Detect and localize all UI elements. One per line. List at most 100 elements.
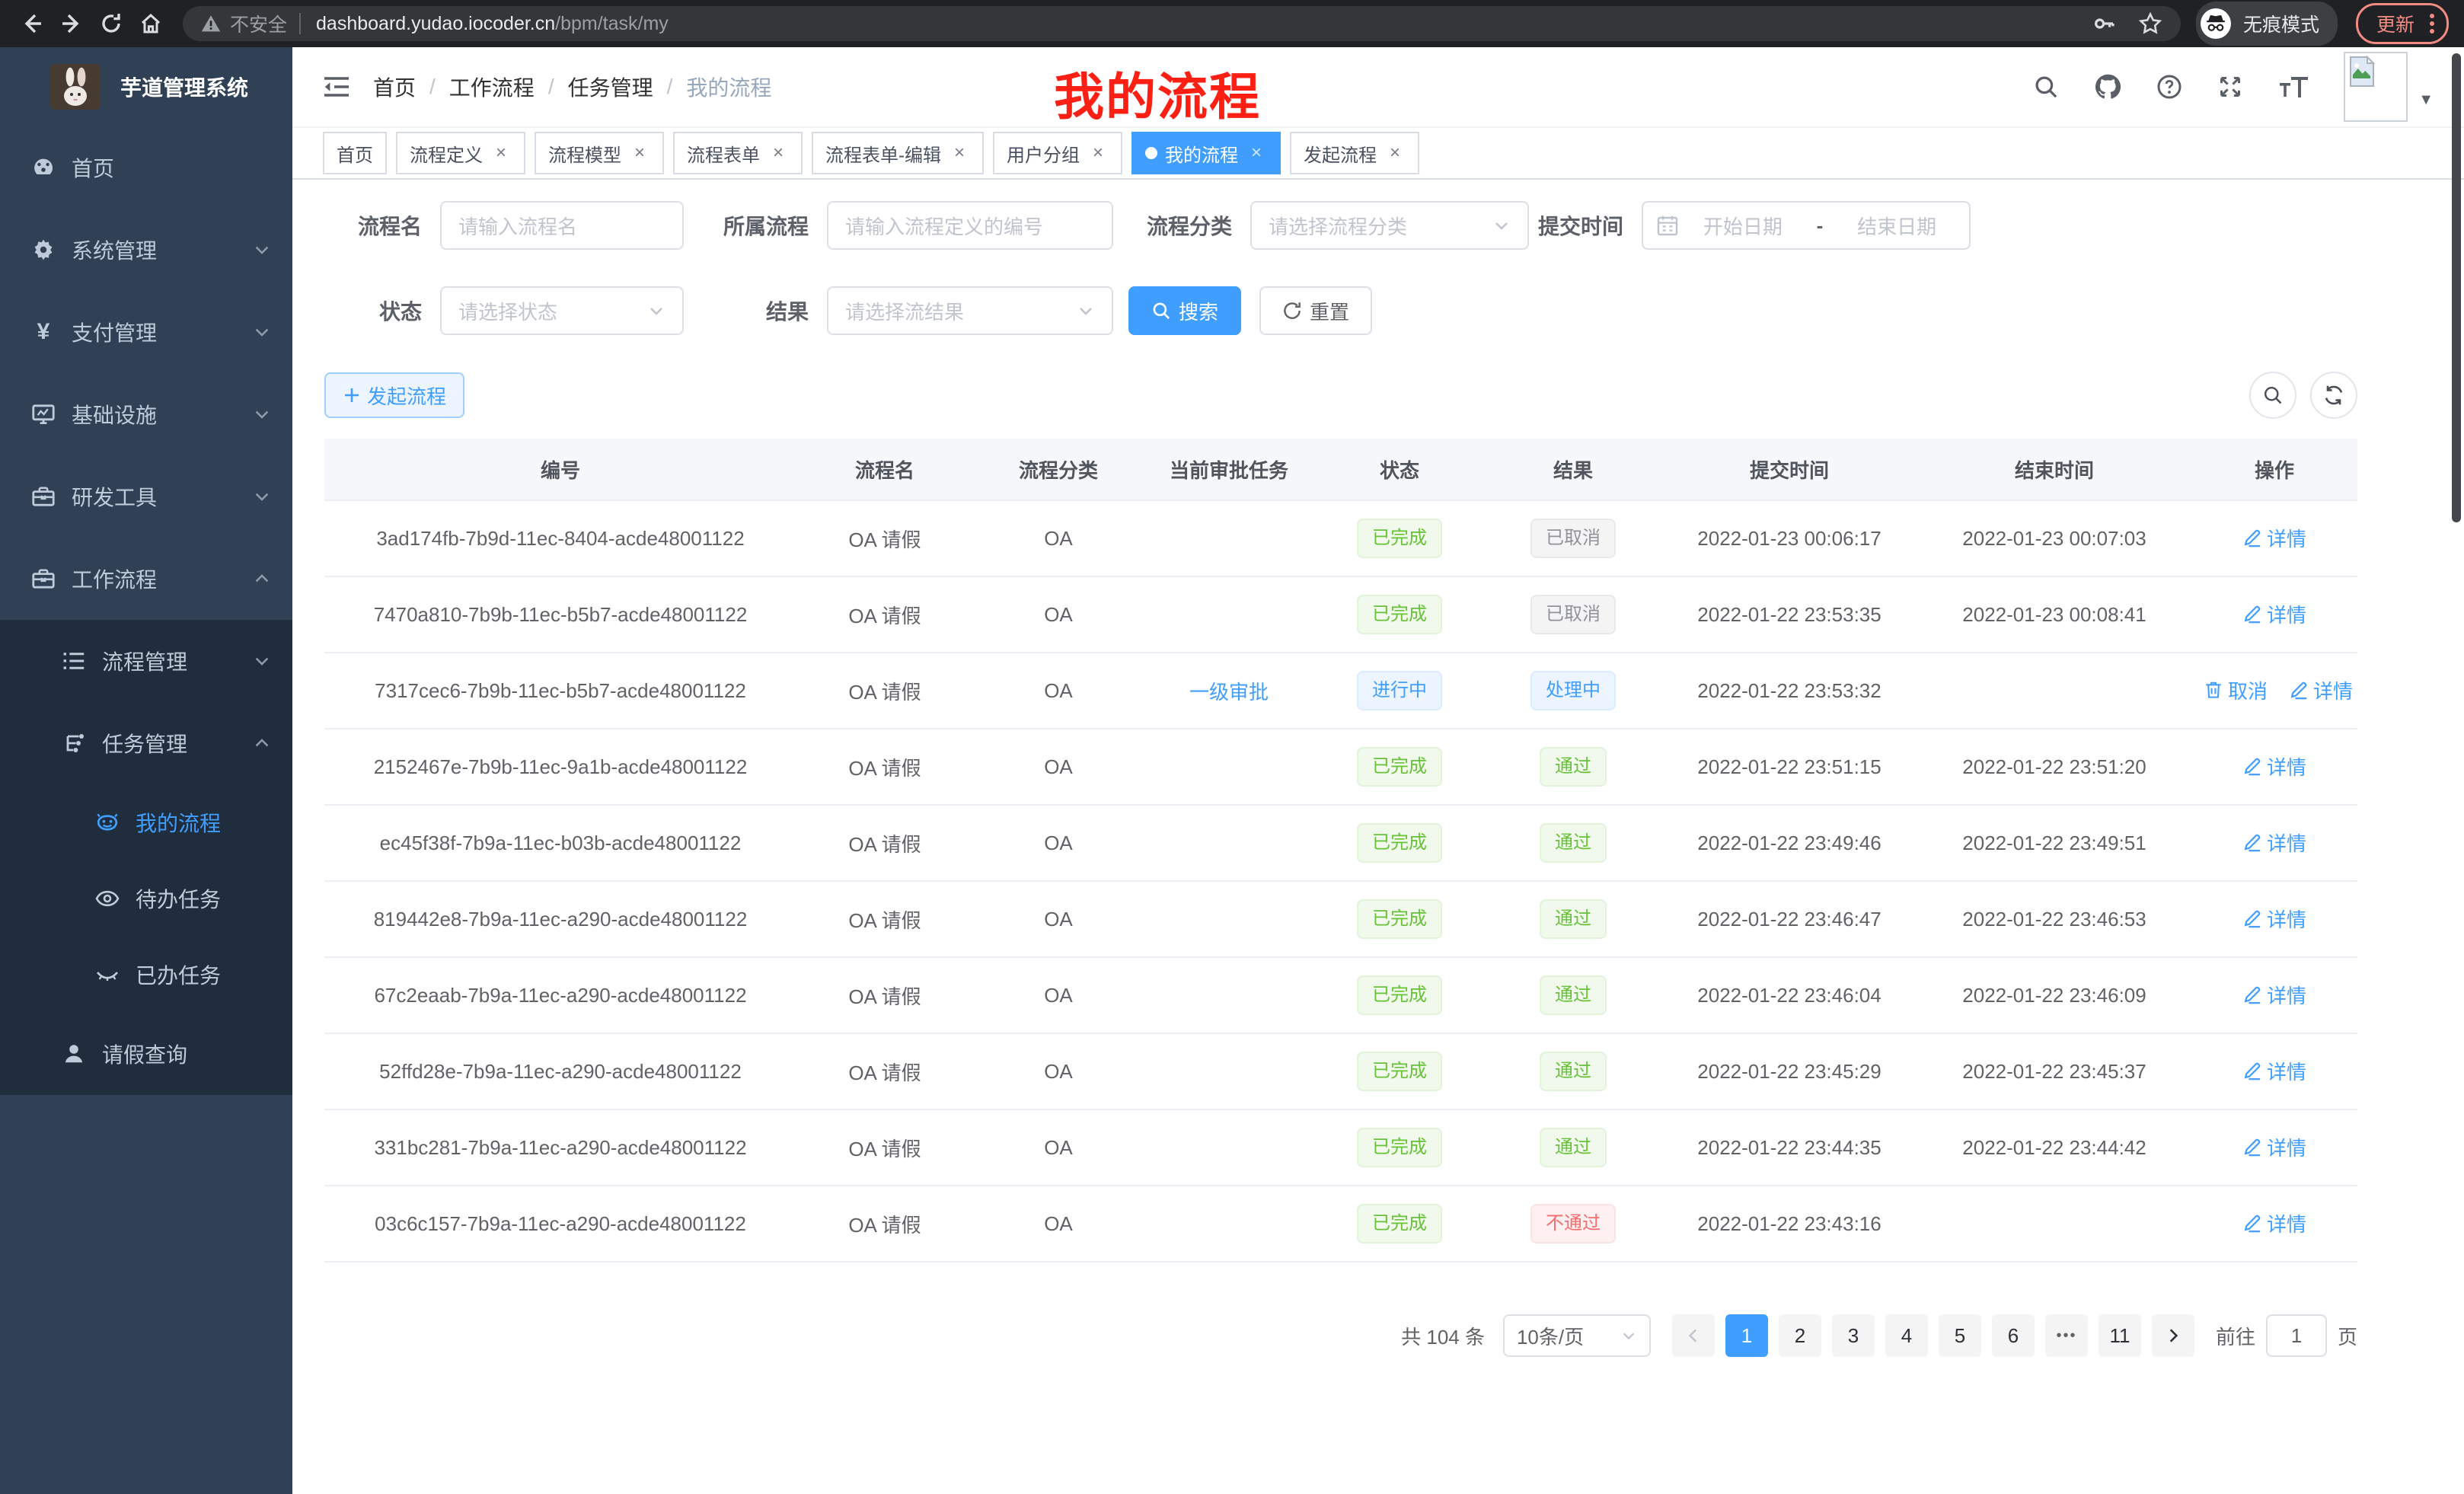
cancel-link[interactable]: 取消 — [2204, 676, 2268, 704]
current-task-link[interactable]: 一级审批 — [1189, 681, 1269, 704]
sidebar-item-devtools[interactable]: 研发工具 — [0, 455, 292, 538]
close-icon[interactable]: × — [490, 142, 512, 164]
table-row: 7317cec6-7b9b-11ec-b5b7-acde48001122OA 请… — [324, 653, 2357, 729]
browser-menu-icon[interactable] — [2430, 14, 2434, 34]
page-4[interactable]: 4 — [1885, 1314, 1928, 1357]
detail-link[interactable]: 详情 — [2242, 1209, 2306, 1237]
category-select[interactable]: 请选择流程分类 — [1250, 201, 1529, 250]
sidebar-item-infra[interactable]: 基础设施 — [0, 373, 292, 455]
close-icon[interactable]: × — [768, 142, 789, 164]
sidebar-item-payment[interactable]: ¥支付管理 — [0, 291, 292, 373]
url-domain[interactable]: dashboard.yudao.iocoder.cn — [316, 13, 555, 35]
end-date-placeholder[interactable]: 结束日期 — [1838, 212, 1955, 240]
search-button[interactable]: 搜索 — [1128, 286, 1241, 335]
address-bar[interactable]: 不安全 dashboard.yudao.iocoder.cn /bpm/task… — [183, 6, 2181, 41]
browser-back-button[interactable] — [15, 7, 49, 40]
sidebar-item-process-mgmt[interactable]: 流程管理 — [0, 620, 292, 702]
sidebar-item-home[interactable]: 首页 — [0, 126, 292, 209]
scrollbar-thumb[interactable] — [2452, 53, 2461, 522]
col-result: 结果 — [1485, 439, 1661, 500]
sidebar-item-system[interactable]: 系统管理 — [0, 209, 292, 291]
github-icon[interactable] — [2094, 73, 2121, 101]
breadcrumb-workflow[interactable]: 工作流程 — [449, 72, 535, 102]
detail-link[interactable]: 详情 — [2242, 752, 2306, 781]
search-icon[interactable] — [2033, 74, 2059, 100]
browser-reload-button[interactable] — [94, 7, 128, 40]
status-select[interactable]: 请选择状态 — [440, 286, 684, 335]
page-3[interactable]: 3 — [1832, 1314, 1875, 1357]
sidebar-item-task-mgmt[interactable]: 任务管理 — [0, 702, 292, 784]
page-ellipsis[interactable]: ••• — [2045, 1314, 2088, 1357]
detail-link[interactable]: 详情 — [2242, 600, 2306, 628]
breadcrumb-home[interactable]: 首页 — [373, 72, 416, 102]
tab-my-process[interactable]: 我的流程× — [1131, 132, 1281, 174]
page-5[interactable]: 5 — [1939, 1314, 1981, 1357]
tab-process-definition[interactable]: 流程定义× — [396, 132, 525, 174]
bookmark-star-icon[interactable] — [2138, 11, 2162, 36]
page-2[interactable]: 2 — [1779, 1314, 1821, 1357]
detail-link[interactable]: 详情 — [2242, 828, 2306, 857]
detail-link[interactable]: 详情 — [2289, 676, 2353, 704]
close-icon[interactable]: × — [1246, 142, 1267, 164]
page-11[interactable]: 11 — [2099, 1314, 2141, 1357]
start-date-placeholder[interactable]: 开始日期 — [1684, 212, 1802, 240]
sidebar-item-leave-query[interactable]: 请假查询 — [0, 1013, 292, 1095]
close-icon[interactable]: × — [1384, 142, 1406, 164]
screen: 不安全 dashboard.yudao.iocoder.cn /bpm/task… — [0, 0, 2464, 1494]
process-name-input[interactable]: 请输入流程名 — [440, 201, 684, 250]
browser-update-button[interactable]: 更新 — [2356, 3, 2449, 44]
chevron-down-icon[interactable]: ▼ — [2418, 91, 2434, 109]
breadcrumb-task-mgmt[interactable]: 任务管理 — [568, 72, 653, 102]
sidebar-item-label: 已办任务 — [136, 959, 271, 990]
sidebar-item-my-process[interactable]: 我的流程 — [0, 784, 292, 860]
font-size-icon[interactable] — [2278, 75, 2309, 98]
table-refresh-button[interactable] — [2310, 372, 2357, 419]
sidebar-item-done-tasks[interactable]: 已办任务 — [0, 937, 292, 1013]
cell-actions: 详情 — [2191, 1109, 2357, 1186]
parent-process-input[interactable]: 请输入流程定义的编号 — [827, 201, 1113, 250]
detail-link[interactable]: 详情 — [2242, 524, 2306, 552]
detail-link[interactable]: 详情 — [2242, 981, 2306, 1009]
result-badge: 通过 — [1540, 1052, 1607, 1091]
user-avatar[interactable]: ▼ — [2344, 52, 2434, 122]
help-icon[interactable] — [2156, 74, 2182, 100]
tab-process-form[interactable]: 流程表单× — [673, 132, 803, 174]
page-6[interactable]: 6 — [1992, 1314, 2035, 1357]
result-badge: 通过 — [1540, 975, 1607, 1015]
next-page-button[interactable] — [2152, 1314, 2194, 1357]
close-icon[interactable]: × — [1087, 142, 1109, 164]
detail-link[interactable]: 详情 — [2242, 1133, 2306, 1161]
page-1[interactable]: 1 — [1725, 1314, 1768, 1357]
submit-time-range-picker[interactable]: 开始日期 - 结束日期 — [1642, 201, 1971, 250]
tab-process-model[interactable]: 流程模型× — [535, 132, 664, 174]
app-logo[interactable]: 芋道管理系统 — [0, 47, 292, 126]
sidebar-item-todo-tasks[interactable]: 待办任务 — [0, 860, 292, 937]
tab-process-form-edit[interactable]: 流程表单-编辑× — [812, 132, 984, 174]
url-path[interactable]: /bpm/task/my — [555, 13, 669, 35]
key-icon[interactable] — [2092, 11, 2117, 36]
robot-icon — [94, 810, 120, 835]
tab-user-group[interactable]: 用户分组× — [993, 132, 1122, 174]
sidebar-collapse-icon[interactable] — [323, 75, 350, 98]
update-label[interactable]: 更新 — [2376, 10, 2415, 37]
start-process-button[interactable]: 发起流程 — [324, 372, 464, 418]
page-size-select[interactable]: 10条/页 — [1503, 1314, 1651, 1357]
detail-link[interactable]: 详情 — [2242, 1057, 2306, 1085]
table-search-toggle-button[interactable] — [2249, 372, 2296, 419]
tab-start-process[interactable]: 发起流程× — [1290, 132, 1419, 174]
close-icon[interactable]: × — [629, 142, 650, 164]
goto-page-input[interactable]: 1 — [2266, 1314, 2327, 1357]
prev-page-button[interactable] — [1672, 1314, 1715, 1357]
browser-forward-button[interactable] — [55, 7, 88, 40]
security-label[interactable]: 不安全 — [230, 10, 287, 37]
detail-link[interactable]: 详情 — [2242, 905, 2306, 933]
submit-time-label: 提交时间 — [1538, 210, 1623, 241]
browser-home-button[interactable] — [134, 7, 168, 40]
reset-button[interactable]: 重置 — [1259, 286, 1372, 335]
sidebar-item-workflow[interactable]: 工作流程 — [0, 538, 292, 620]
result-select[interactable]: 请选择流结果 — [827, 286, 1113, 335]
close-icon[interactable]: × — [949, 142, 970, 164]
fullscreen-icon[interactable] — [2217, 74, 2243, 100]
tab-home[interactable]: 首页 — [323, 132, 387, 174]
security-warning-icon[interactable] — [201, 14, 221, 34]
